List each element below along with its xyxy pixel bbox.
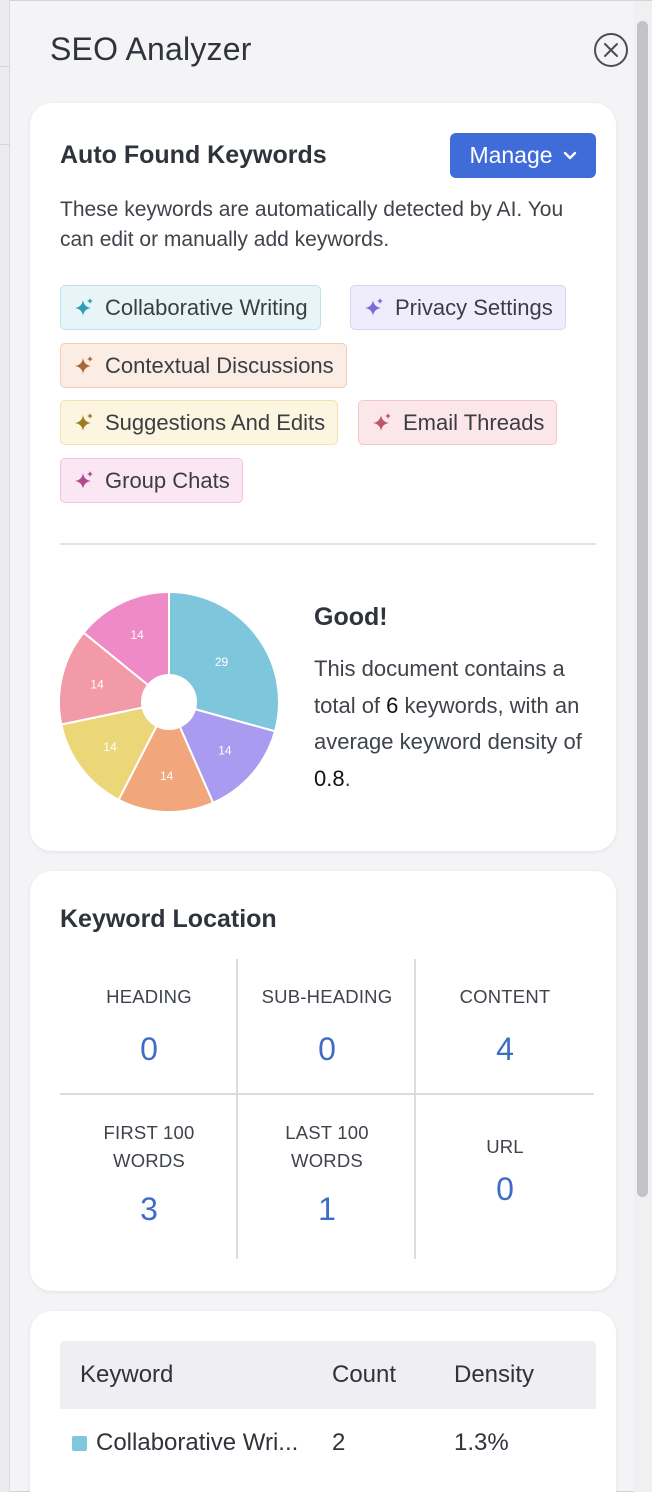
location-label: FIRST 100 WORDS [103,1122,195,1171]
keyword-tag-label: Suggestions And Edits [105,409,326,435]
keyword-location-heading: Keyword Location [60,905,277,933]
sparkle-icon [75,297,93,316]
keyword-tag-label: Collaborative Writing [105,294,308,320]
location-label: LAST 100 WORDS [285,1122,369,1171]
location-value: 1 [318,1191,336,1227]
column-header-density[interactable]: Density [454,1361,534,1389]
pie-slice-label: 14 [103,740,117,754]
keyword-tag-label: Email Threads [403,409,545,435]
keywords-card: Auto Found Keywords Manage These keyword… [30,103,616,851]
table-cell-density: 1.3% [454,1429,509,1456]
background-divider [0,144,10,145]
location-cell-last-100: LAST 100 WORDS 1 [256,1119,398,1228]
keyword-density-value: 0.8 [314,765,345,791]
scrollbar[interactable] [634,1,652,1492]
keyword-tag[interactable]: Contextual Discussions [60,343,347,388]
keyword-color-swatch [72,1436,87,1451]
pie-slice-label: 14 [160,769,174,783]
keyword-tag[interactable]: Email Threads [358,400,558,445]
chevron-down-icon [563,151,576,159]
background-divider [0,66,10,67]
location-label: SUB-HEADING [261,986,393,1007]
keyword-tag[interactable]: Privacy Settings [350,285,566,330]
table-cell-count: 2 [332,1429,346,1456]
close-button[interactable] [594,33,628,67]
keywords-heading: Auto Found Keywords [60,141,327,169]
keyword-pie-chart: 29 14 14 14 14 14 [58,590,280,813]
location-label: CONTENT [459,986,551,1007]
summary-title: Good! [314,603,388,631]
location-cell-sub-heading: SUB-HEADING 0 [238,983,416,1068]
sparkle-icon [75,412,93,431]
sparkle-icon [75,355,93,374]
keywords-description: These keywords are automatically detecte… [60,198,564,251]
grid-divider [60,1093,594,1095]
location-value: 0 [496,1171,514,1207]
location-label: HEADING [106,986,192,1007]
divider [60,543,596,545]
summary-suffix: . [344,765,351,791]
keyword-tag[interactable]: Group Chats [60,458,243,503]
close-icon [604,43,618,57]
summary-text: This document contains a total of 6 keyw… [314,651,604,797]
background-app-strip [0,0,10,1492]
column-header-count[interactable]: Count [332,1361,396,1389]
location-value: 0 [140,1031,158,1067]
location-value: 0 [318,1031,336,1067]
panel-title: SEO Analyzer [50,31,252,67]
pie-donut-hole [141,674,197,730]
pie-chart-svg: 29 14 14 14 14 14 [58,590,280,813]
keyword-tag-label: Privacy Settings [395,294,553,320]
keyword-tag[interactable]: Collaborative Writing [60,285,321,330]
seo-analyzer-panel: SEO Analyzer Auto Found Keywords Manage … [10,0,652,1492]
location-value: 3 [140,1191,158,1227]
manage-label: Manage [469,142,553,168]
pie-slice-label: 14 [90,678,104,692]
manage-button[interactable]: Manage [450,133,596,178]
location-label: URL [486,1136,524,1157]
table-cell-keyword[interactable]: Collaborative Wri... [96,1429,298,1457]
location-cell-heading: HEADING 0 [60,983,238,1068]
sparkle-icon [373,412,391,431]
table-header: Keyword Count Density [60,1341,596,1409]
location-value: 4 [496,1031,514,1067]
keyword-location-grid: HEADING 0 SUB-HEADING 0 CONTENT 4 FIRST … [60,959,594,1259]
keyword-table-card: Keyword Count Density Collaborative Wri.… [30,1311,616,1492]
pie-slice-label: 14 [131,628,145,642]
keyword-tag[interactable]: Suggestions And Edits [60,400,339,445]
scrollbar-thumb[interactable] [637,21,648,1197]
location-cell-content: CONTENT 4 [416,983,594,1068]
keyword-tag-label: Group Chats [105,467,230,493]
pie-slice-label: 14 [218,743,232,757]
keyword-location-card: Keyword Location HEADING 0 SUB-HEADING 0… [30,871,616,1291]
sparkle-icon [75,470,93,489]
column-header-keyword[interactable]: Keyword [80,1361,173,1389]
pie-slice-label: 29 [215,655,229,669]
keyword-count-value: 6 [386,692,399,718]
location-cell-url: URL 0 [416,1133,594,1208]
sparkle-icon [365,297,383,316]
keyword-tag-label: Contextual Discussions [105,352,334,378]
location-cell-first-100: FIRST 100 WORDS 3 [78,1119,220,1228]
